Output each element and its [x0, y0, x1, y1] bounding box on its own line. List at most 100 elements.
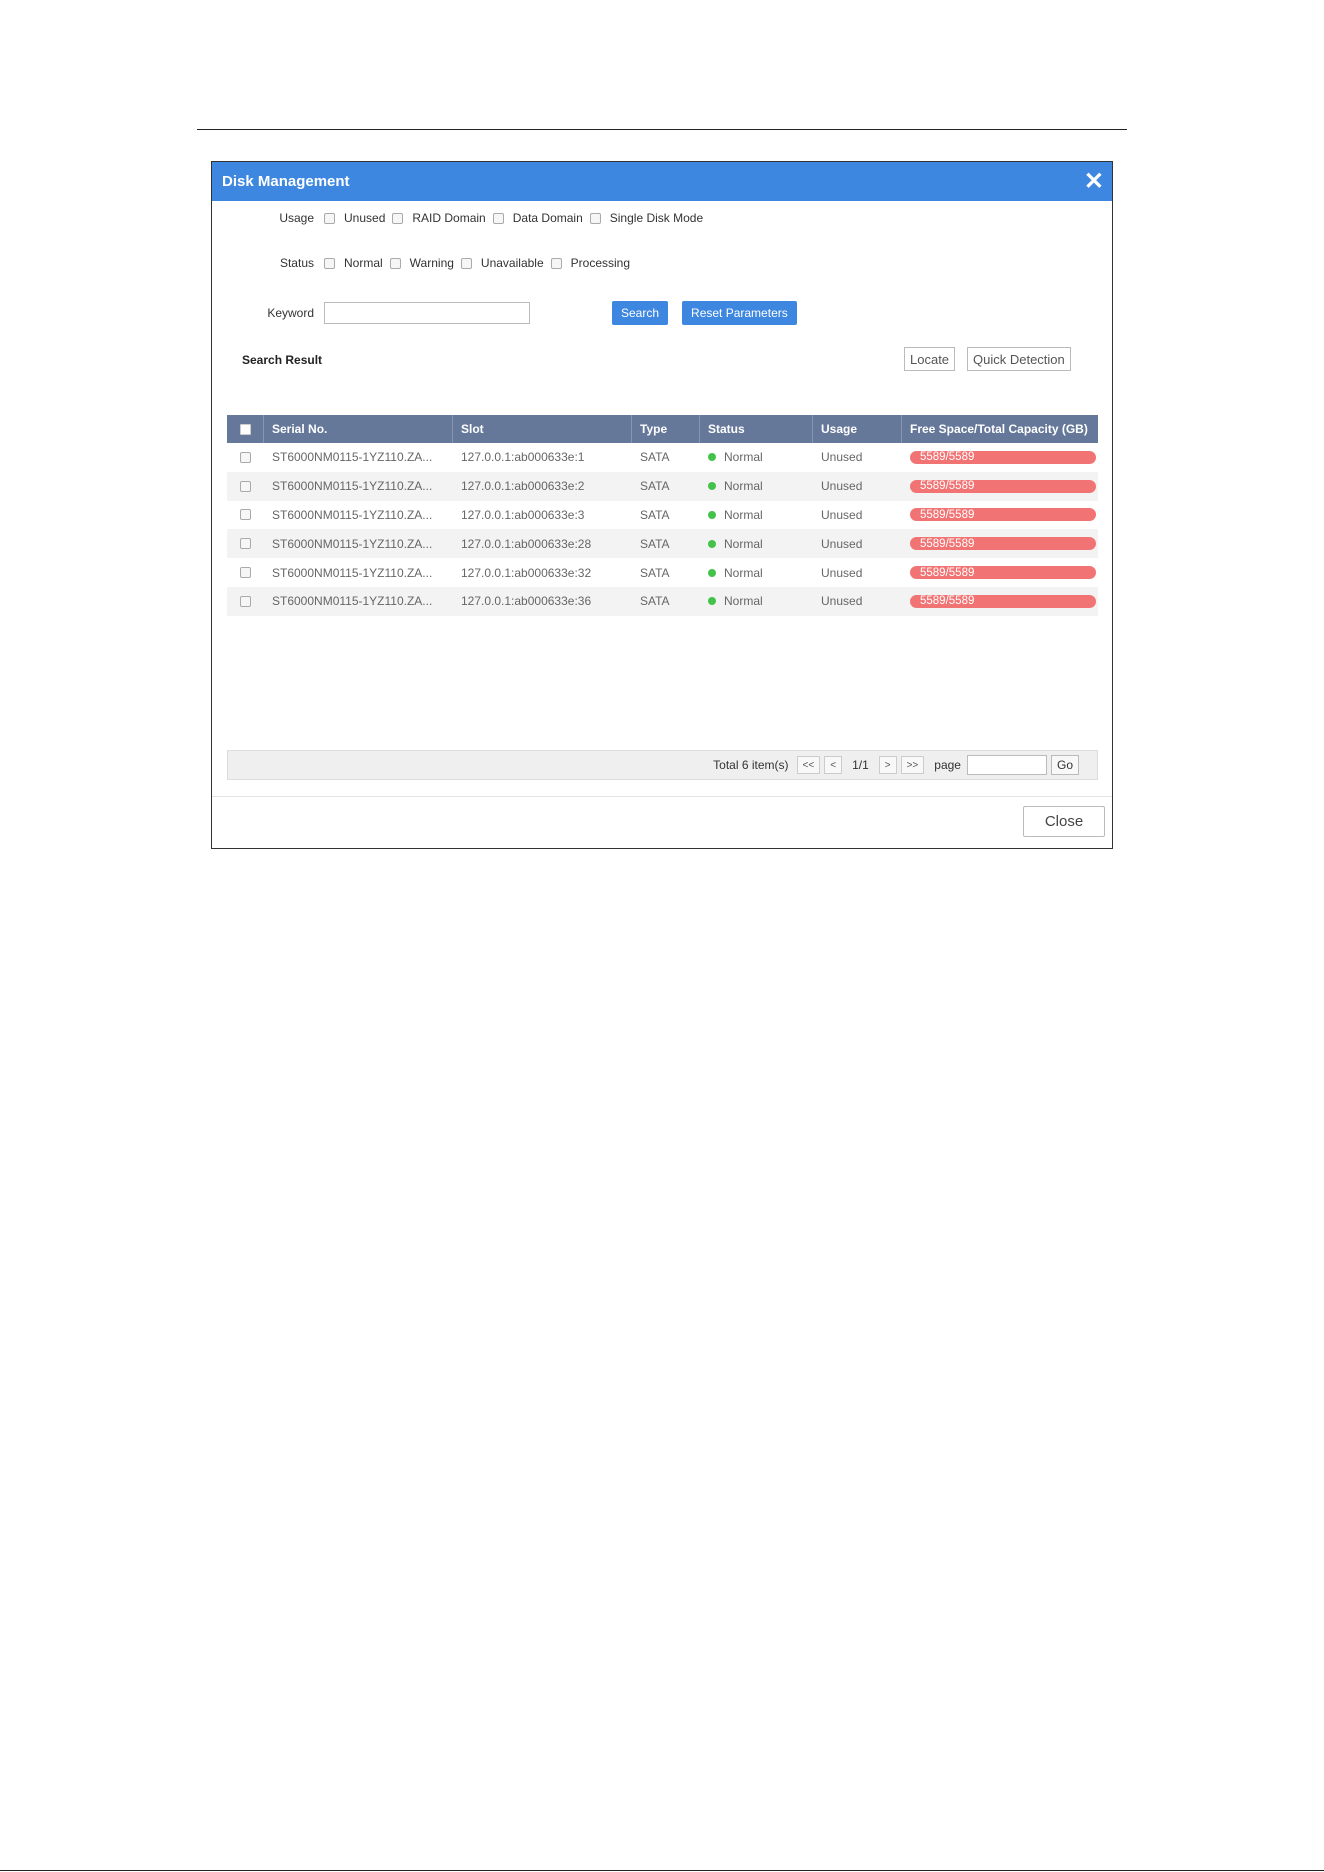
- search-button[interactable]: Search: [612, 301, 669, 325]
- status-text: Normal: [724, 507, 763, 522]
- usage-unused-checkbox[interactable]: [324, 212, 335, 224]
- capacity-bar: 5589/5589: [910, 479, 1096, 493]
- page-bottom-rule: [0, 1870, 1324, 1871]
- status-text: Normal: [724, 479, 763, 494]
- column-header[interactable]: Free Space/Total Capacity (GB): [902, 415, 1098, 443]
- status-dot-icon: [708, 568, 716, 577]
- row-checkbox[interactable]: [240, 451, 251, 463]
- row-checkbox[interactable]: [240, 595, 251, 607]
- capacity-cell: 5589/5589: [902, 443, 1098, 472]
- status-cell: Normal: [700, 558, 813, 587]
- serial-cell: ST6000NM0115-1YZ110.ZA...: [272, 594, 433, 609]
- usage-option-label: Data Domain: [512, 211, 583, 225]
- status-cell: Normal: [700, 472, 813, 501]
- status-dot-icon: [708, 482, 716, 491]
- status-warning-checkbox[interactable]: [389, 257, 401, 269]
- status-option-label: Processing: [570, 256, 631, 270]
- keyword-input[interactable]: [324, 302, 530, 324]
- last-page-button[interactable]: >>: [900, 756, 925, 774]
- quick-detection-button[interactable]: Quick Detection: [967, 347, 1071, 371]
- select-all-checkbox[interactable]: [239, 423, 251, 435]
- usage-data-domain-checkbox[interactable]: [492, 212, 504, 224]
- table-body: ST6000NM0115-1YZ110.ZA... 127.0.0.1:ab00…: [227, 443, 1098, 616]
- status-cell: Normal: [700, 587, 813, 616]
- status-dot-icon: [708, 539, 716, 548]
- status-cell: Normal: [700, 443, 813, 472]
- status-text: Normal: [724, 594, 763, 609]
- type-cell: SATA: [640, 565, 670, 580]
- disk-table: Serial No. Slot Type Status Usage Free S…: [227, 415, 1098, 616]
- page-indicator: 1/1: [852, 758, 869, 772]
- close-button[interactable]: Close: [1023, 806, 1105, 837]
- table-row[interactable]: ST6000NM0115-1YZ110.ZA... 127.0.0.1:ab00…: [227, 586, 1098, 616]
- usage-option-label: RAID Domain: [412, 211, 486, 225]
- status-option-label: Warning: [409, 256, 454, 270]
- capacity-bar: 5589/5589: [910, 594, 1096, 608]
- dialog-titlebar: Disk Management ✕: [212, 162, 1112, 201]
- status-normal-checkbox[interactable]: [324, 257, 335, 269]
- close-icon[interactable]: ✕: [1084, 169, 1104, 194]
- row-checkbox[interactable]: [240, 538, 251, 550]
- capacity-bar: 5589/5589: [910, 450, 1096, 464]
- capacity-cell: 5589/5589: [902, 501, 1098, 530]
- capacity-bar: 5589/5589: [910, 537, 1096, 551]
- keyword-row: Keyword Search Reset Parameters: [212, 301, 811, 325]
- capacity-bar: 5589/5589: [910, 508, 1096, 522]
- usage-cell: Unused: [821, 565, 863, 580]
- row-checkbox[interactable]: [240, 480, 251, 492]
- capacity-cell: 5589/5589: [902, 529, 1098, 558]
- page-number-input[interactable]: [966, 755, 1047, 775]
- serial-cell: ST6000NM0115-1YZ110.ZA...: [272, 565, 433, 580]
- next-page-button[interactable]: >: [878, 756, 897, 774]
- row-checkbox[interactable]: [240, 509, 251, 521]
- column-header[interactable]: Serial No.: [264, 415, 453, 443]
- column-header[interactable]: Usage: [813, 415, 902, 443]
- usage-single-disk-mode-checkbox[interactable]: [589, 212, 601, 224]
- pagination-bar: Total 6 item(s) << < 1/1 > >> page Go: [227, 750, 1098, 780]
- usage-label: Usage: [279, 211, 314, 225]
- usage-cell: Unused: [821, 479, 863, 494]
- usage-filter-row: Usage Unused RAID Domain Data Domain Sin…: [212, 211, 710, 225]
- select-all-cell: [227, 415, 264, 443]
- status-label: Status: [279, 256, 314, 270]
- status-text: Normal: [724, 450, 763, 465]
- table-row[interactable]: ST6000NM0115-1YZ110.ZA... 127.0.0.1:ab00…: [227, 558, 1098, 587]
- status-cell: Normal: [700, 501, 813, 530]
- table-header: Serial No. Slot Type Status Usage Free S…: [227, 415, 1098, 443]
- usage-option-label: Single Disk Mode: [609, 211, 704, 225]
- table-row[interactable]: ST6000NM0115-1YZ110.ZA... 127.0.0.1:ab00…: [227, 443, 1098, 472]
- column-header[interactable]: Type: [632, 415, 700, 443]
- column-header[interactable]: Slot: [453, 415, 632, 443]
- total-items-text: Total 6 item(s): [713, 758, 789, 772]
- prev-page-button[interactable]: <: [824, 756, 843, 774]
- status-unavailable-checkbox[interactable]: [460, 257, 472, 269]
- status-text: Normal: [724, 565, 763, 580]
- first-page-button[interactable]: <<: [796, 756, 821, 774]
- dialog-title: Disk Management: [222, 173, 350, 190]
- usage-cell: Unused: [821, 594, 863, 609]
- status-dot-icon: [708, 453, 716, 462]
- status-processing-checkbox[interactable]: [550, 257, 562, 269]
- type-cell: SATA: [640, 450, 670, 465]
- slot-cell: 127.0.0.1:ab000633e:3: [461, 507, 585, 522]
- capacity-bar: 5589/5589: [910, 566, 1096, 580]
- slot-cell: 127.0.0.1:ab000633e:28: [461, 536, 592, 551]
- column-header[interactable]: Status: [700, 415, 813, 443]
- capacity-cell: 5589/5589: [902, 558, 1098, 587]
- page-top-rule: [197, 129, 1127, 130]
- reset-parameters-button[interactable]: Reset Parameters: [682, 301, 797, 325]
- locate-button[interactable]: Locate: [904, 347, 956, 371]
- type-cell: SATA: [640, 479, 670, 494]
- slot-cell: 127.0.0.1:ab000633e:32: [461, 565, 592, 580]
- status-dot-icon: [708, 510, 716, 519]
- row-checkbox[interactable]: [240, 567, 251, 579]
- disk-management-dialog: Disk Management ✕ Usage Unused RAID Doma…: [211, 161, 1113, 849]
- table-row[interactable]: ST6000NM0115-1YZ110.ZA... 127.0.0.1:ab00…: [227, 471, 1098, 501]
- usage-raid-domain-checkbox[interactable]: [392, 212, 404, 224]
- go-button[interactable]: Go: [1050, 755, 1079, 775]
- usage-cell: Unused: [821, 450, 863, 465]
- status-cell: Normal: [700, 529, 813, 558]
- table-row[interactable]: ST6000NM0115-1YZ110.ZA... 127.0.0.1:ab00…: [227, 501, 1098, 530]
- table-row[interactable]: ST6000NM0115-1YZ110.ZA... 127.0.0.1:ab00…: [227, 529, 1098, 559]
- slot-cell: 127.0.0.1:ab000633e:1: [461, 450, 585, 465]
